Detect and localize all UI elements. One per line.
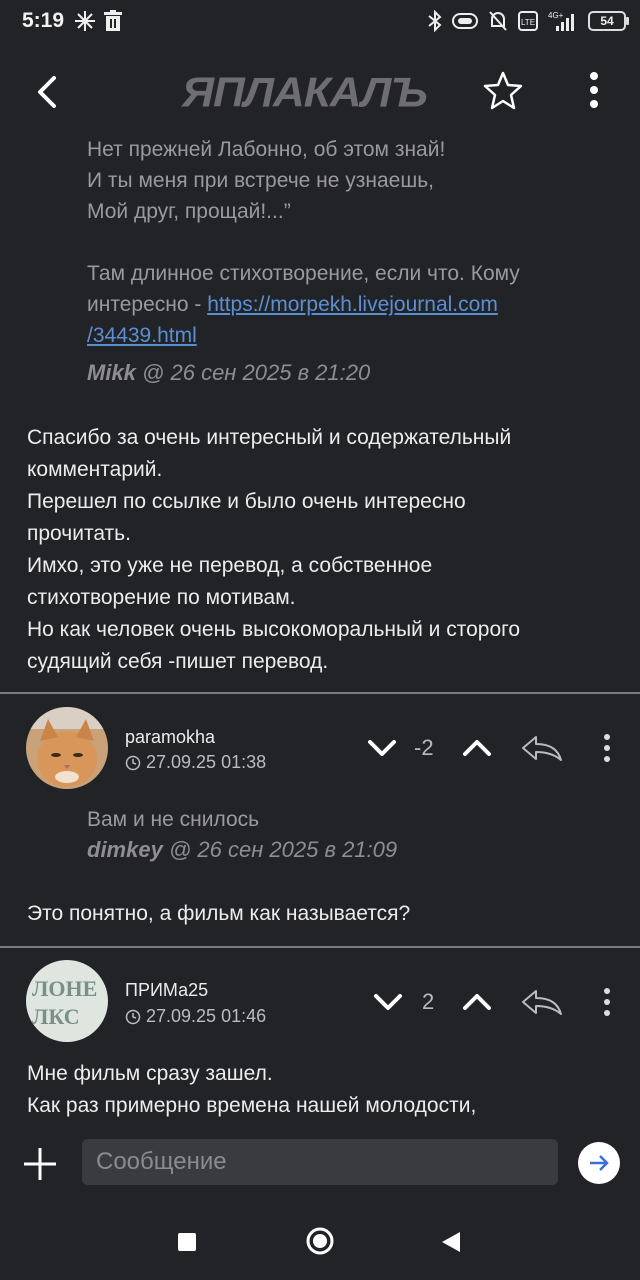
status-time: 5:19 [22, 9, 65, 32]
message-input[interactable] [82, 1139, 558, 1185]
bluetooth-icon [428, 10, 442, 32]
vote-down-icon[interactable] [372, 988, 404, 1016]
quote-link[interactable]: https://morpekh.livejournal.com [207, 293, 498, 316]
arrow-right-icon [590, 1155, 609, 1171]
svg-text:ЛОНЕ: ЛОНЕ [32, 976, 97, 1001]
star-icon[interactable] [483, 70, 523, 110]
clock-icon [125, 755, 141, 770]
reply-icon[interactable] [520, 733, 564, 763]
quote-line: Мой друг, прощай!...” [87, 200, 291, 223]
site-logo[interactable]: ЯПЛАКАЛЪ [182, 69, 428, 117]
username[interactable]: paramokha [125, 727, 215, 748]
username[interactable]: ПРИМа25 [125, 980, 208, 1001]
vote-count: -2 [414, 735, 434, 760]
svg-text:ЛКС: ЛКС [32, 1004, 80, 1029]
comment-text: Спасибо за очень интересный и содержател… [27, 426, 521, 673]
svg-text:4G+: 4G+ [548, 11, 564, 20]
comment-time: 27.09.25 01:38 [125, 752, 266, 773]
signal-icon: 4G+ [548, 11, 574, 31]
reply-icon[interactable] [520, 987, 564, 1017]
back-triangle-icon[interactable] [440, 1230, 462, 1254]
quote-author: dimkey @ 26 сен 2025 в 21:09 [87, 837, 398, 862]
quote-author: Mikk @ 26 сен 2025 в 21:20 [87, 360, 371, 385]
vote-count: 2 [422, 989, 435, 1014]
clock-icon [125, 1009, 141, 1024]
avatar[interactable] [26, 707, 108, 789]
more-menu-icon[interactable] [582, 70, 606, 110]
quote-block: Нет прежней Лабонно, об этом знай! И ты … [87, 134, 520, 351]
status-right-icons: LTE 4G+ 54 [428, 10, 629, 32]
app-header: ЯПЛАКАЛЪ [0, 46, 640, 138]
battery-icon: 54 [588, 11, 629, 31]
quote-line: И ты меня при встрече не узнаешь, [87, 169, 434, 192]
vibrate-icon [452, 13, 478, 29]
bell-off-icon [489, 11, 507, 31]
status-left-icons [74, 10, 122, 32]
comment-text: Мне фильм сразу зашел. Как раз примерно … [27, 1062, 477, 1117]
quote-line: Вам и не снилось [87, 808, 260, 831]
home-circle-icon[interactable] [305, 1226, 335, 1256]
text-avatar-icon: ЛОНЕ ЛКС [26, 960, 108, 1042]
sparkle-icon [75, 11, 95, 31]
status-bar: 5:19 LTE 4G+ 54 [0, 0, 640, 46]
comment-divider [0, 946, 640, 948]
vote-down-icon[interactable] [366, 734, 398, 762]
vote-up-icon[interactable] [461, 988, 493, 1016]
quote-line: Там длинное стихотворение, если что. Ком… [87, 262, 520, 285]
message-composer [0, 1122, 640, 1204]
avatar[interactable]: ЛОНЕ ЛКС [26, 960, 108, 1042]
comment-more-icon[interactable] [600, 733, 614, 763]
trash-icon [104, 10, 122, 31]
comment-divider [0, 692, 640, 694]
vote-up-icon[interactable] [461, 734, 493, 762]
quote-line: Нет прежней Лабонно, об этом знай! [87, 138, 446, 161]
plus-icon[interactable] [22, 1146, 58, 1182]
recents-square-icon[interactable] [177, 1232, 197, 1252]
cat-avatar-icon [26, 707, 108, 789]
send-button[interactable] [578, 1142, 620, 1184]
comment-time: 27.09.25 01:46 [125, 1006, 266, 1027]
quote-link-cont[interactable]: /34439.html [87, 324, 197, 347]
back-arrow-icon[interactable] [30, 70, 70, 114]
volte-icon: LTE [518, 11, 538, 31]
comment-text: Это понятно, а фильм как называется? [27, 902, 411, 925]
svg-text:LTE: LTE [521, 18, 535, 27]
system-nav-bar [0, 1204, 640, 1280]
comment-more-icon[interactable] [600, 987, 614, 1017]
quote-line: интересно - https://morpekh.livejournal.… [87, 293, 498, 316]
